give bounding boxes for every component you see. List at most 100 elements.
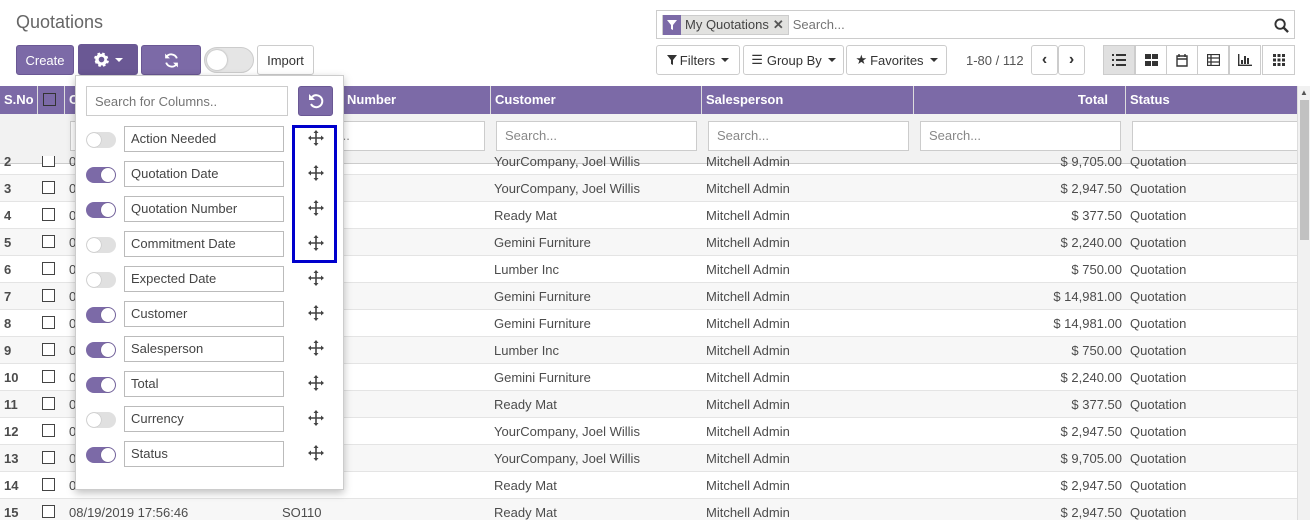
number-filter-input[interactable]: ... [330, 121, 485, 151]
cell-sno: 14 [4, 478, 19, 493]
grid-view-icon [1272, 54, 1285, 66]
column-visibility-toggle[interactable] [86, 447, 116, 463]
row-checkbox[interactable] [42, 289, 55, 302]
column-label-input[interactable]: Commitment Date [124, 231, 284, 257]
reset-columns-button[interactable] [298, 86, 333, 116]
total-filter-input[interactable]: Search... [920, 121, 1121, 151]
calendar-view-button[interactable] [1166, 45, 1198, 75]
cell-status: Quotation [1130, 397, 1187, 412]
row-checkbox[interactable] [42, 208, 55, 221]
pager-previous-button[interactable]: ‹ [1031, 45, 1058, 75]
refresh-button[interactable] [141, 45, 201, 75]
row-checkbox[interactable] [42, 397, 55, 410]
search-icon[interactable] [1274, 18, 1289, 33]
column-visibility-toggle[interactable] [86, 342, 116, 358]
column-label-input[interactable]: Quotation Number [124, 196, 284, 222]
cell-sno: 7 [4, 289, 12, 304]
cell-salesperson: Mitchell Admin [706, 316, 790, 331]
column-header-status[interactable]: Status [1126, 86, 1297, 114]
column-header-total[interactable]: Total [914, 86, 1126, 114]
scrollbar-thumb[interactable] [1300, 100, 1309, 240]
filter-icon [666, 55, 677, 65]
column-visibility-toggle[interactable] [86, 132, 116, 148]
search-input[interactable] [792, 17, 1263, 32]
graph-view-button[interactable] [1229, 45, 1261, 75]
import-button[interactable]: Import [257, 45, 314, 75]
row-checkbox[interactable] [42, 156, 55, 167]
toggle-switch[interactable] [204, 47, 254, 73]
column-label-input[interactable]: Salesperson [124, 336, 284, 362]
cell-salesperson: Mitchell Admin [706, 424, 790, 439]
column-visibility-toggle[interactable] [86, 377, 116, 393]
chevron-down-icon [721, 58, 730, 62]
row-checkbox[interactable] [42, 424, 55, 437]
move-handle-icon[interactable] [308, 375, 324, 391]
grid-view-button[interactable] [1262, 45, 1295, 75]
row-checkbox[interactable] [42, 181, 55, 194]
filters-button[interactable]: Filters [656, 45, 740, 75]
cell-sno: 9 [4, 343, 12, 358]
row-checkbox[interactable] [42, 505, 55, 518]
cell-sno: 2 [4, 156, 12, 169]
cell-salesperson: Mitchell Admin [706, 505, 790, 520]
row-checkbox[interactable] [42, 343, 55, 356]
cell-salesperson: Mitchell Admin [706, 451, 790, 466]
salesperson-filter-input[interactable]: Search... [708, 121, 909, 151]
row-checkbox[interactable] [42, 451, 55, 464]
cell-status: Quotation [1130, 370, 1187, 385]
pivot-view-button[interactable] [1197, 45, 1229, 75]
column-option: Status [76, 441, 345, 476]
column-header-select[interactable] [38, 86, 65, 114]
column-visibility-toggle[interactable] [86, 167, 116, 183]
column-visibility-toggle[interactable] [86, 202, 116, 218]
cell-customer: YourCompany, Joel Willis [494, 424, 640, 439]
customer-filter-input[interactable]: Search... [496, 121, 697, 151]
groupby-button[interactable]: ☰ Group By [743, 45, 844, 75]
cell-total: $ 2,947.50 [1060, 505, 1122, 520]
chevron-down-icon [827, 58, 836, 62]
remove-facet-icon[interactable]: ✕ [773, 17, 788, 33]
column-label-input[interactable]: Currency [124, 406, 284, 432]
cell-total: $ 9,705.00 [1060, 156, 1122, 169]
row-checkbox[interactable] [42, 235, 55, 248]
settings-dropdown-button[interactable] [78, 44, 138, 75]
column-header-salesperson[interactable]: Salesperson [702, 86, 914, 114]
list-view-button[interactable] [1103, 45, 1135, 75]
column-label-input[interactable]: Customer [124, 301, 284, 327]
cell-customer: Ready Mat [494, 397, 557, 412]
column-visibility-toggle[interactable] [86, 307, 116, 323]
column-header-sno[interactable]: S.No [0, 86, 38, 114]
column-header-customer[interactable]: Customer [491, 86, 702, 114]
cell-customer: YourCompany, Joel Willis [494, 156, 640, 169]
column-visibility-toggle[interactable] [86, 237, 116, 253]
column-label-input[interactable]: Total [124, 371, 284, 397]
status-filter-input[interactable] [1132, 121, 1302, 151]
column-label-input[interactable]: Action Needed [124, 126, 284, 152]
column-label-input[interactable]: Status [124, 441, 284, 467]
column-header-number[interactable]: Number [343, 86, 491, 114]
cell-status: Quotation [1130, 289, 1187, 304]
table-row[interactable]: 15 08/19/2019 17:56:46 SO110 Ready Mat Mitch… [0, 499, 1297, 520]
column-visibility-toggle[interactable] [86, 412, 116, 428]
create-button[interactable]: Create [16, 45, 74, 75]
move-handle-icon[interactable] [308, 410, 324, 426]
move-handle-icon[interactable] [308, 270, 324, 286]
favorites-button[interactable]: ★ Favorites [846, 45, 947, 75]
move-handle-icon[interactable] [308, 340, 324, 356]
move-handle-icon[interactable] [308, 445, 324, 461]
vertical-scrollbar[interactable]: ▲ [1297, 86, 1310, 520]
row-checkbox[interactable] [42, 370, 55, 383]
column-visibility-toggle[interactable] [86, 272, 116, 288]
column-label-input[interactable]: Expected Date [124, 266, 284, 292]
cell-salesperson: Mitchell Admin [706, 370, 790, 385]
move-handle-icon[interactable] [308, 305, 324, 321]
graph-view-icon [1238, 54, 1252, 66]
row-checkbox[interactable] [42, 478, 55, 491]
row-checkbox[interactable] [42, 262, 55, 275]
cell-salesperson: Mitchell Admin [706, 156, 790, 169]
column-search-input[interactable] [86, 86, 288, 116]
row-checkbox[interactable] [42, 316, 55, 329]
kanban-view-button[interactable] [1135, 45, 1167, 75]
pager-next-button[interactable]: › [1058, 45, 1085, 75]
column-label-input[interactable]: Quotation Date [124, 161, 284, 187]
